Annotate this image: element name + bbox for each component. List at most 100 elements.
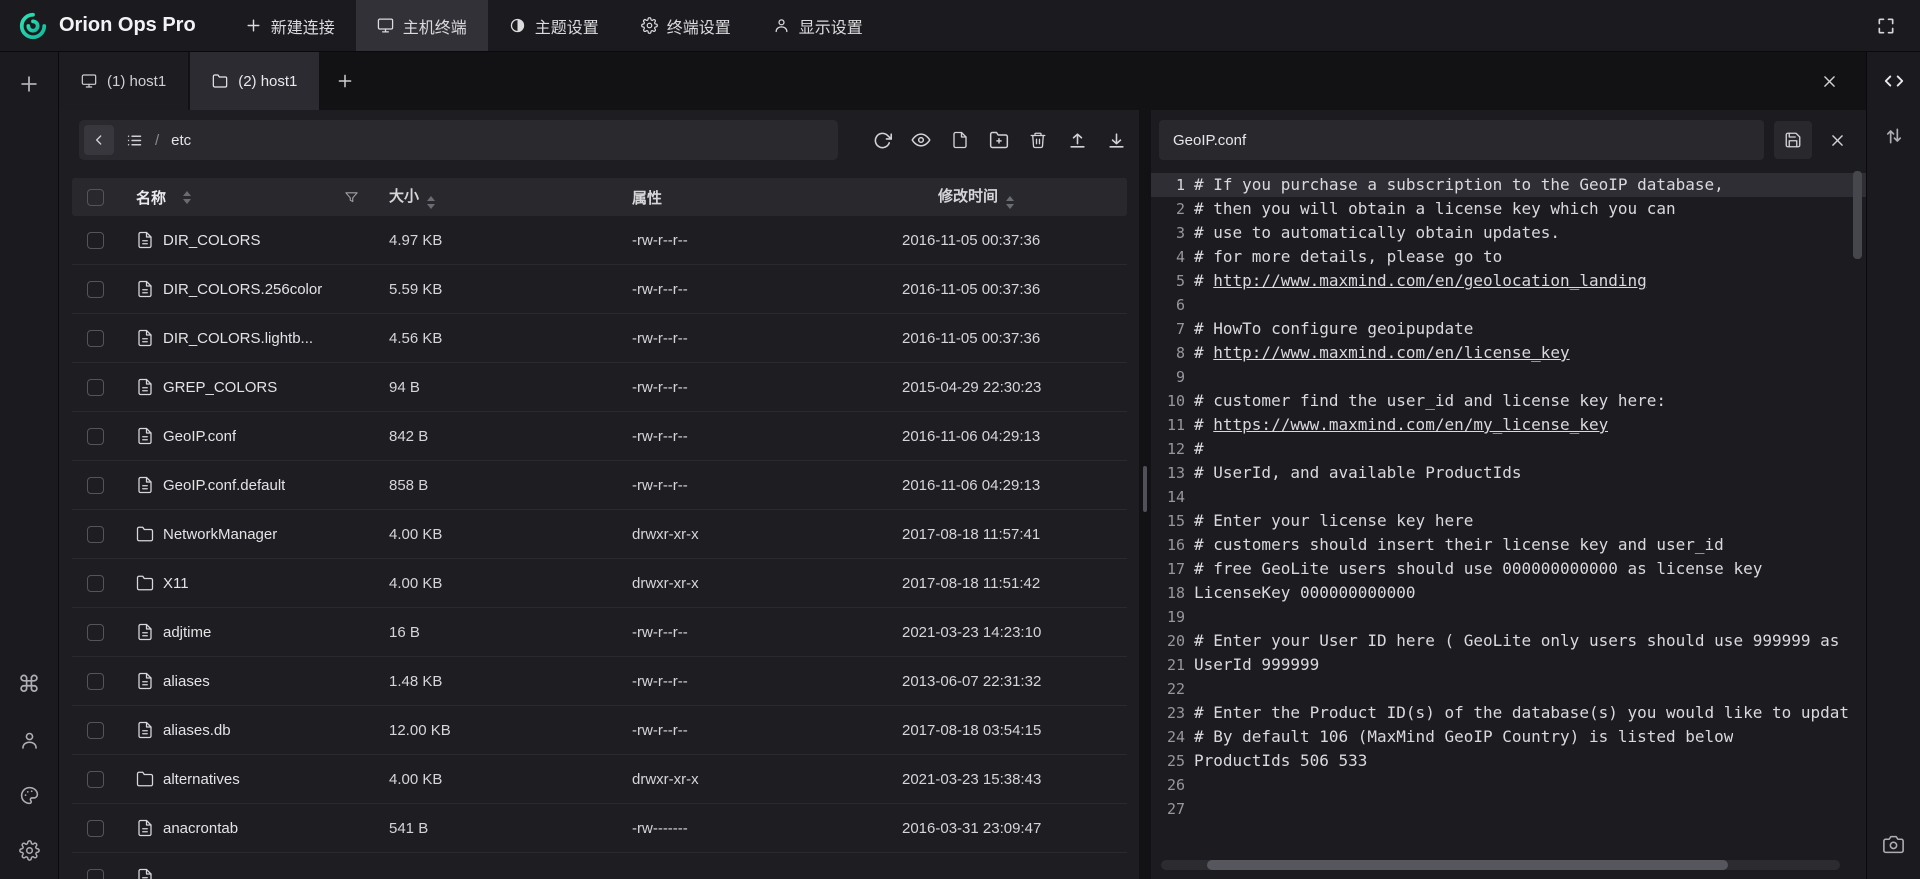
file-name[interactable]: NetworkManager xyxy=(163,526,277,543)
select-all-checkbox[interactable] xyxy=(87,189,104,206)
editor-close-icon[interactable] xyxy=(1822,121,1852,159)
file-name[interactable]: GREP_COLORS xyxy=(163,379,277,396)
file-name[interactable]: aliases.db xyxy=(163,722,231,739)
row-checkbox[interactable] xyxy=(87,820,104,837)
table-row[interactable]: GREP_COLORS 94 B -rw-r--r-- 2015-04-29 2… xyxy=(72,363,1127,412)
editor-filename[interactable]: GeoIP.conf xyxy=(1159,120,1764,160)
table-row[interactable]: adjtime 16 B -rw-r--r-- 2021-03-23 14:23… xyxy=(72,608,1127,657)
table-row[interactable]: X11 4.00 KB drwxr-xr-x 2017-08-18 11:51:… xyxy=(72,559,1127,608)
url-link[interactable]: http://www.maxmind.com/en/geolocation_la… xyxy=(1213,271,1646,290)
code-line[interactable]: 21 UserId 999999 xyxy=(1151,653,1866,677)
editor-vscrollbar[interactable] xyxy=(1853,171,1862,849)
code-line[interactable]: 19 xyxy=(1151,605,1866,629)
row-checkbox[interactable] xyxy=(87,575,104,592)
code-line[interactable]: 24 # By default 106 (MaxMind GeoIP Count… xyxy=(1151,725,1866,749)
code-line[interactable]: 13 # UserId, and available ProductIds xyxy=(1151,461,1866,485)
file-name[interactable]: DIR_COLORS.256color xyxy=(163,281,322,298)
eye-icon[interactable] xyxy=(910,129,932,151)
code-line[interactable]: 3 # use to automatically obtain updates. xyxy=(1151,221,1866,245)
code-line[interactable]: 15 # Enter your license key here xyxy=(1151,509,1866,533)
row-checkbox[interactable] xyxy=(87,771,104,788)
table-row[interactable]: GeoIP.conf 842 B -rw-r--r-- 2016-11-06 0… xyxy=(72,412,1127,461)
code-line[interactable]: 18 LicenseKey 000000000000 xyxy=(1151,581,1866,605)
row-checkbox[interactable] xyxy=(87,673,104,690)
table-row[interactable] xyxy=(72,853,1127,879)
file-name[interactable]: X11 xyxy=(163,575,189,592)
file-name[interactable]: alternatives xyxy=(163,771,240,788)
table-row[interactable]: NetworkManager 4.00 KB drwxr-xr-x 2017-0… xyxy=(72,510,1127,559)
row-checkbox[interactable] xyxy=(87,428,104,445)
row-checkbox[interactable] xyxy=(87,330,104,347)
row-checkbox[interactable] xyxy=(87,477,104,494)
nav-display-settings[interactable]: 显示设置 xyxy=(752,0,884,51)
row-checkbox[interactable] xyxy=(87,379,104,396)
close-icon[interactable] xyxy=(1814,66,1844,96)
row-checkbox[interactable] xyxy=(87,722,104,739)
code-icon[interactable] xyxy=(1877,64,1911,98)
fullscreen-icon[interactable] xyxy=(1869,9,1903,43)
sort-modified[interactable] xyxy=(1006,196,1014,209)
code-line[interactable]: 25 ProductIds 506 533 xyxy=(1151,749,1866,773)
table-row[interactable]: anacrontab 541 B -rw------- 2016-03-31 2… xyxy=(72,804,1127,853)
download-icon[interactable] xyxy=(1105,129,1127,151)
trash-icon[interactable] xyxy=(1027,129,1049,151)
panel-splitter[interactable] xyxy=(1139,110,1151,879)
editor-body[interactable]: 1 # If you purchase a subscription to th… xyxy=(1151,173,1866,879)
code-line[interactable]: 1 # If you purchase a subscription to th… xyxy=(1151,173,1866,197)
row-checkbox[interactable] xyxy=(87,624,104,641)
new-tab-icon[interactable] xyxy=(321,52,369,110)
code-line[interactable]: 5 # http://www.maxmind.com/en/geolocatio… xyxy=(1151,269,1866,293)
table-row[interactable]: DIR_COLORS.lightb... 4.56 KB -rw-r--r-- … xyxy=(72,314,1127,363)
table-row[interactable]: GeoIP.conf.default 858 B -rw-r--r-- 2016… xyxy=(72,461,1127,510)
file-name[interactable]: DIR_COLORS.lightb... xyxy=(163,330,313,347)
file-name[interactable]: adjtime xyxy=(163,624,211,641)
sort-name[interactable] xyxy=(183,191,191,204)
row-checkbox[interactable] xyxy=(87,526,104,543)
table-row[interactable]: alternatives 4.00 KB drwxr-xr-x 2021-03-… xyxy=(72,755,1127,804)
vscroll-thumb[interactable] xyxy=(1853,171,1862,259)
table-row[interactable]: aliases 1.48 KB -rw-r--r-- 2013-06-07 22… xyxy=(72,657,1127,706)
code-line[interactable]: 22 xyxy=(1151,677,1866,701)
code-line[interactable]: 6 xyxy=(1151,293,1866,317)
code-line[interactable]: 11 # https://www.maxmind.com/en/my_licen… xyxy=(1151,413,1866,437)
palette-icon[interactable] xyxy=(12,778,46,812)
refresh-icon[interactable] xyxy=(871,129,893,151)
sort-size[interactable] xyxy=(427,196,435,209)
nav-theme-settings[interactable]: 主题设置 xyxy=(488,0,620,51)
table-row[interactable]: DIR_COLORS.256color 5.59 KB -rw-r--r-- 2… xyxy=(72,265,1127,314)
code-line[interactable]: 8 # http://www.maxmind.com/en/license_ke… xyxy=(1151,341,1866,365)
code-line[interactable]: 2 # then you will obtain a license key w… xyxy=(1151,197,1866,221)
row-checkbox[interactable] xyxy=(87,281,104,298)
new-file-icon[interactable] xyxy=(949,129,971,151)
upload-icon[interactable] xyxy=(1066,129,1088,151)
camera-icon[interactable] xyxy=(1877,827,1911,861)
path-segment[interactable]: etc xyxy=(171,132,191,149)
code-line[interactable]: 16 # customers should insert their licen… xyxy=(1151,533,1866,557)
list-icon[interactable] xyxy=(126,132,143,149)
splitter-grip[interactable] xyxy=(1143,466,1147,512)
command-icon[interactable]: ⌘ xyxy=(12,668,46,702)
nav-host-terminal[interactable]: 主机终端 xyxy=(356,0,488,51)
file-name[interactable]: DIR_COLORS xyxy=(163,232,261,249)
code-line[interactable]: 23 # Enter the Product ID(s) of the data… xyxy=(1151,701,1866,725)
code-line[interactable]: 12 # xyxy=(1151,437,1866,461)
code-line[interactable]: 17 # free GeoLite users should use 00000… xyxy=(1151,557,1866,581)
row-checkbox[interactable] xyxy=(87,232,104,249)
add-connection-icon[interactable] xyxy=(12,67,46,101)
file-name[interactable]: GeoIP.conf.default xyxy=(163,477,285,494)
nav-terminal-settings[interactable]: 终端设置 xyxy=(620,0,752,51)
editor-hscrollbar[interactable] xyxy=(1161,860,1840,870)
tab-host1-sftp[interactable]: (2) host1 xyxy=(190,52,319,110)
filter-icon[interactable] xyxy=(344,190,359,205)
hscroll-thumb[interactable] xyxy=(1207,860,1728,870)
code-line[interactable]: 10 # customer find the user_id and licen… xyxy=(1151,389,1866,413)
file-name[interactable]: aliases xyxy=(163,673,210,690)
code-line[interactable]: 14 xyxy=(1151,485,1866,509)
row-checkbox[interactable] xyxy=(87,869,104,879)
code-line[interactable]: 20 # Enter your User ID here ( GeoLite o… xyxy=(1151,629,1866,653)
users-icon[interactable] xyxy=(12,723,46,757)
code-line[interactable]: 7 # HowTo configure geoipupdate xyxy=(1151,317,1866,341)
url-link[interactable]: https://www.maxmind.com/en/my_license_ke… xyxy=(1213,415,1608,434)
tab-host1-terminal[interactable]: (1) host1 xyxy=(59,52,188,110)
swap-vertical-icon[interactable] xyxy=(1877,119,1911,153)
